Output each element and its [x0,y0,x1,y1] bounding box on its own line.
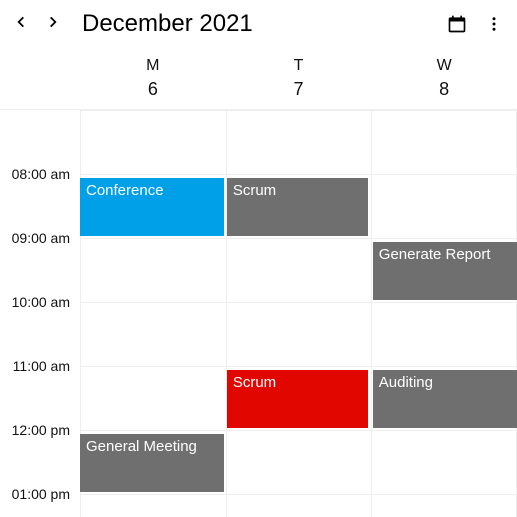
more-vertical-icon[interactable] [485,15,503,33]
day-of-month-label: 6 [80,79,226,100]
event-label: General Meeting [86,438,197,455]
event-label: Scrum [233,374,276,391]
day-header[interactable]: T 7 [226,48,372,109]
chevron-left-icon[interactable] [14,15,28,34]
event-conference[interactable]: Conference [80,178,224,236]
event-scrum-morning[interactable]: Scrum [227,178,369,236]
chevron-right-icon[interactable] [46,15,60,34]
event-surface[interactable]: Conference Scrum Generate Report Scrum A… [80,110,517,517]
time-label: 01:00 pm [0,486,78,502]
event-label: Auditing [379,374,433,391]
time-label: 11:00 am [0,358,78,374]
time-label: 10:00 am [0,294,78,310]
nav-arrows [14,15,60,34]
time-label: 09:00 am [0,230,78,246]
event-label: Conference [86,182,164,199]
day-of-month-label: 8 [371,79,517,100]
event-generate-report[interactable]: Generate Report [373,242,517,300]
top-toolbar: December 2021 [0,0,517,48]
event-auditing[interactable]: Auditing [373,370,517,428]
day-header[interactable]: M 6 [80,48,226,109]
day-header-row: M 6 T 7 W 8 [0,48,517,110]
time-label: 08:00 am [0,166,78,182]
event-scrum-noon[interactable]: Scrum [227,370,369,428]
day-of-week-label: T [226,57,372,75]
day-of-week-label: M [80,57,226,75]
month-title: December 2021 [82,10,253,38]
time-label: 12:00 pm [0,422,78,438]
day-header[interactable]: W 8 [371,48,517,109]
event-general-meeting[interactable]: General Meeting [80,434,224,492]
event-label: Generate Report [379,246,491,263]
today-icon[interactable] [447,14,467,34]
day-of-month-label: 7 [226,79,372,100]
day-of-week-label: W [371,57,517,75]
event-label: Scrum [233,182,276,199]
calendar-grid[interactable]: 08:00 am 09:00 am 10:00 am 11:00 am 12:0… [0,110,517,517]
